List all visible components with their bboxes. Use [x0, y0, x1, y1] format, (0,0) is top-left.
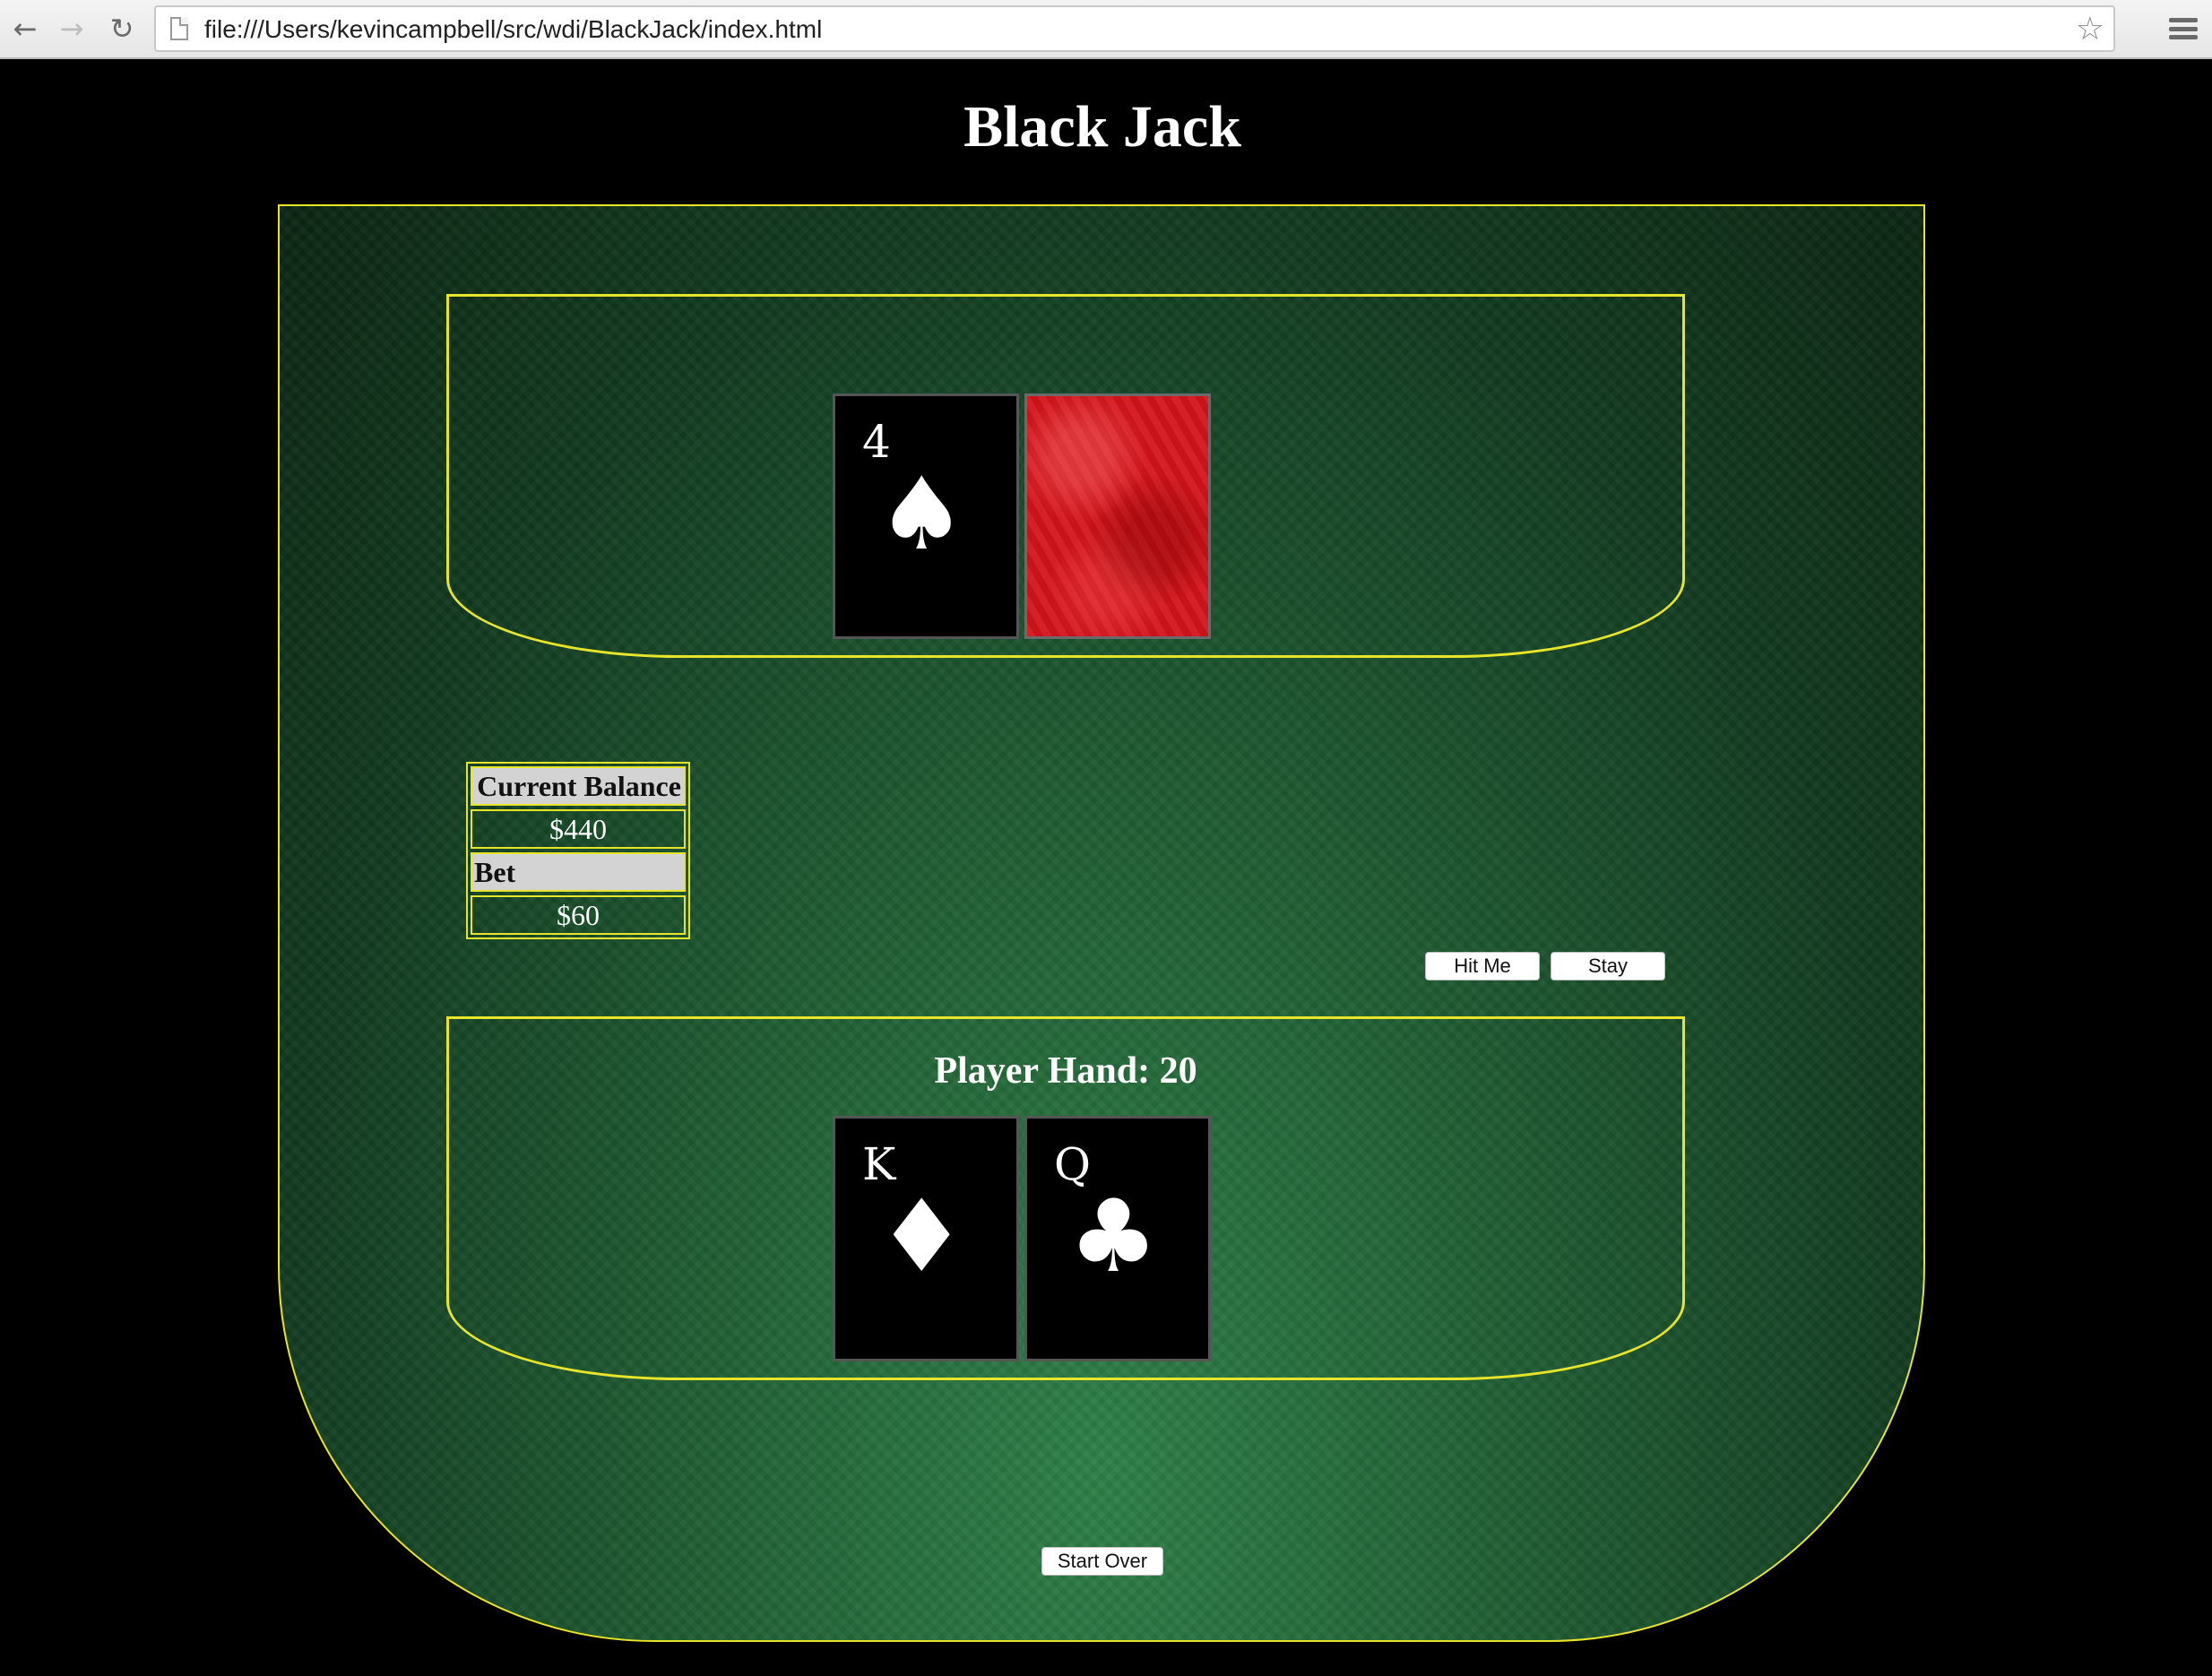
bet-value: $60: [471, 895, 686, 935]
menu-icon[interactable]: [2169, 13, 2198, 45]
player-card: Q ♣: [1024, 1116, 1211, 1361]
stay-button[interactable]: Stay: [1551, 952, 1665, 981]
page-icon: [170, 17, 188, 40]
dealer-card-face-down: [1024, 393, 1211, 639]
dealer-hand-area: 4 ♠: [446, 294, 1685, 658]
current-balance-value: $440: [471, 809, 686, 849]
current-balance-label: Current Balance: [471, 766, 686, 806]
reload-icon[interactable]: ↻: [102, 9, 142, 48]
forward-arrow-icon[interactable]: →: [52, 9, 91, 48]
spade-icon: ♠: [877, 456, 967, 573]
back-arrow-icon[interactable]: ←: [5, 9, 45, 48]
address-bar[interactable]: file:///Users/kevincampbell/src/wdi/Blac…: [154, 5, 2115, 52]
player-hand-heading: Player Hand: 20: [934, 1050, 1197, 1092]
player-card: K ♦: [833, 1116, 1019, 1361]
browser-toolbar: ← → ↻ file:///Users/kevincampbell/src/wd…: [0, 0, 2212, 59]
diamond-icon: ♦: [877, 1179, 967, 1295]
player-hand-area: Player Hand: 20 K ♦ Q ♣: [446, 1016, 1685, 1380]
bet-label: Bet: [471, 852, 686, 892]
page-title: Black Jack: [963, 94, 1241, 160]
balance-panel: Current Balance $440 Bet $60: [466, 762, 690, 939]
club-icon: ♣: [1068, 1179, 1159, 1295]
url-text[interactable]: file:///Users/kevincampbell/src/wdi/Blac…: [204, 15, 822, 44]
star-icon[interactable]: ☆: [2076, 11, 2104, 48]
hit-me-button[interactable]: Hit Me: [1425, 952, 1540, 981]
dealer-card: 4 ♠: [833, 393, 1019, 639]
blackjack-table: 4 ♠ Current Balance $440 Bet $60 Hit Me …: [278, 204, 1925, 1642]
start-over-button[interactable]: Start Over: [1041, 1547, 1163, 1576]
